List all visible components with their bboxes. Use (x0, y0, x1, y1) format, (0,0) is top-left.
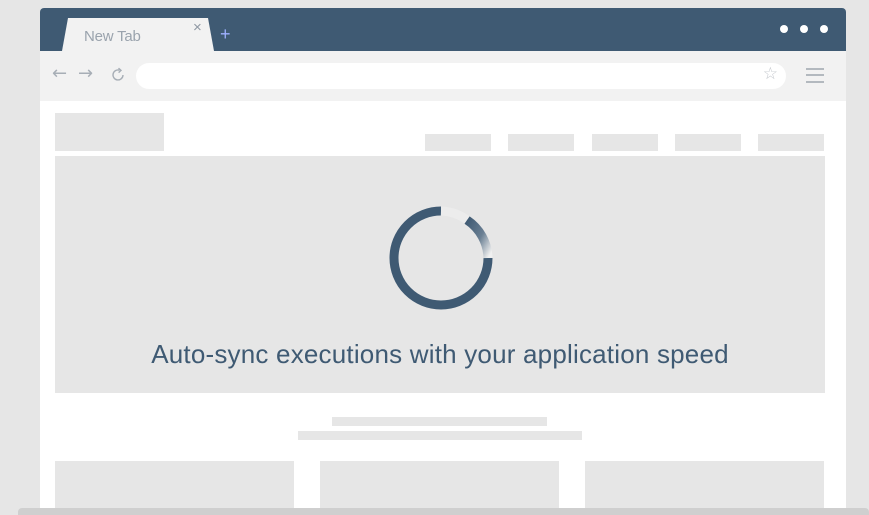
dot (800, 25, 808, 33)
device-base (18, 508, 869, 515)
nav-placeholder[interactable] (508, 134, 574, 151)
forward-arrow-icon[interactable]: → (78, 65, 93, 83)
close-tab-icon[interactable]: × (193, 20, 202, 35)
hero-banner: Auto-sync executions with your applicati… (55, 156, 825, 393)
nav-placeholder[interactable] (592, 134, 658, 151)
dot (820, 25, 828, 33)
address-bar[interactable]: ☆ (136, 63, 786, 89)
browser-toolbar: ← → ☆ (40, 51, 846, 101)
nav-placeholder[interactable] (758, 134, 824, 151)
tab-title: New Tab (84, 28, 141, 45)
loading-spinner-icon (389, 206, 493, 310)
dot (780, 25, 788, 33)
nav-placeholder[interactable] (675, 134, 741, 151)
back-arrow-icon[interactable]: ← (52, 65, 67, 83)
card-placeholder (320, 461, 559, 515)
nav-placeholder[interactable] (425, 134, 491, 151)
card-placeholder (55, 461, 294, 515)
hamburger-menu-icon[interactable] (806, 67, 824, 83)
card-placeholder (585, 461, 824, 515)
reload-icon[interactable] (110, 67, 126, 87)
text-line-placeholder (298, 431, 582, 440)
title-bar: New Tab × + (40, 8, 846, 51)
bookmark-star-icon[interactable]: ☆ (763, 66, 778, 83)
hero-headline: Auto-sync executions with your applicati… (151, 339, 729, 369)
browser-tab[interactable]: New Tab (62, 18, 214, 51)
new-tab-icon[interactable]: + (220, 25, 231, 43)
logo-placeholder (55, 113, 164, 151)
browser-window: New Tab × + ← → ☆ Auto-sync executions w… (40, 8, 846, 515)
window-menu-dots-icon[interactable] (780, 25, 828, 33)
text-line-placeholder (332, 417, 547, 426)
